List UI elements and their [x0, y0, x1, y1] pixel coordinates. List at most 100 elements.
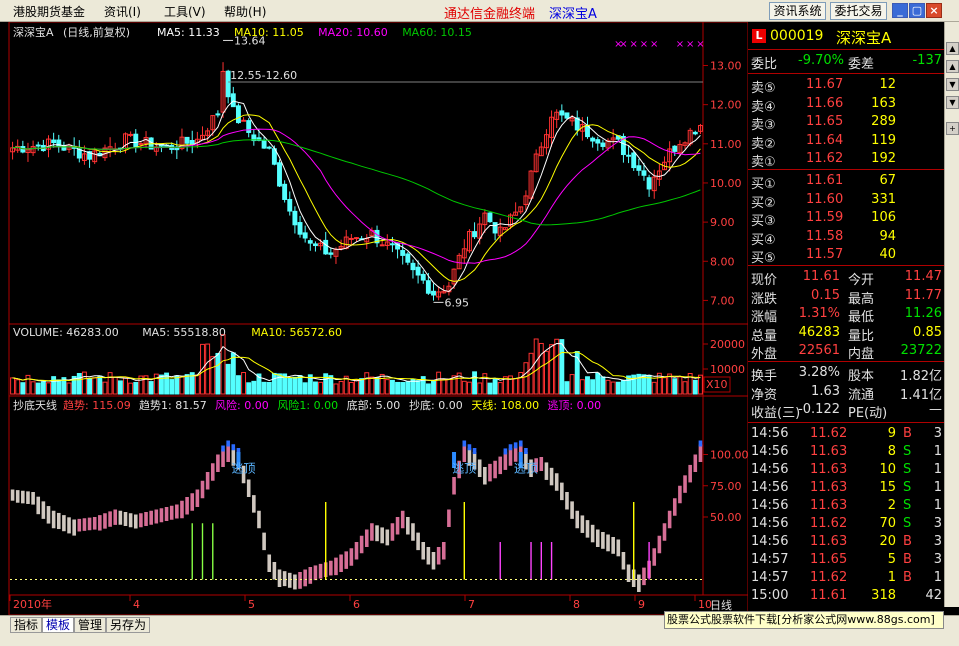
trend-bar [416, 532, 420, 551]
stat-label: 收益(三) [751, 406, 801, 421]
indicator-header-item: 天线: 108.00 [471, 398, 539, 412]
volume-bar [590, 379, 596, 395]
volume-bar [76, 372, 82, 395]
candle-body [425, 280, 431, 294]
candle-body [379, 244, 385, 247]
ask-volume: 12 [879, 77, 896, 92]
trend-bar [149, 510, 153, 525]
scroll-up-icon[interactable]: ▲ [946, 60, 959, 73]
news-system-button[interactable]: 资讯系统 [769, 2, 826, 20]
volume-bar [348, 382, 354, 395]
restore-icon[interactable]: ▢ [909, 3, 925, 18]
volume-tick-label: 10000 [710, 363, 745, 376]
tick-price: 11.63 [810, 534, 848, 549]
ask-price: 11.66 [806, 95, 844, 111]
menu-help[interactable]: 帮助(H) [224, 3, 266, 20]
menu-news[interactable]: 资讯(I) [104, 3, 141, 20]
menu-hk-futures[interactable]: 港股期货基金 [13, 3, 85, 20]
trend-bar [513, 446, 518, 462]
tab-manage[interactable]: 管理 [74, 617, 107, 633]
bid-row: 买⑤ 11.57 40 [748, 246, 944, 266]
volume-bar [436, 371, 442, 395]
trend-bar [139, 513, 143, 528]
zoom-in-icon[interactable]: + [946, 122, 959, 135]
volume-bar [333, 383, 339, 395]
volume-bar [384, 379, 390, 395]
tab-save-as[interactable]: 另存为 [106, 617, 151, 633]
tick-count: 1 [933, 462, 942, 477]
top-cap-bar [226, 440, 230, 447]
volume-bar [431, 380, 436, 395]
volume-header-item: MA5: 55518.80 [142, 326, 226, 339]
trend-bar [544, 462, 549, 480]
tick-price: 11.62 [810, 426, 848, 441]
trend-bar [601, 532, 605, 549]
kline-header-item: (日线,前复权) [63, 25, 130, 39]
trend-bar [667, 510, 672, 529]
volume-bar [251, 380, 257, 395]
trend-bar [246, 479, 251, 497]
stock-name: 深深宝A [836, 29, 892, 47]
candle-body [420, 273, 426, 281]
trend-bar [657, 535, 662, 554]
trend-bar [390, 523, 395, 541]
trend-bar [26, 491, 30, 504]
trend-bar [56, 512, 61, 530]
menu-tools[interactable]: 工具(V) [164, 3, 206, 20]
scroll-down-icon[interactable]: ▼ [946, 96, 959, 109]
app-stock-name: 深深宝A [549, 7, 597, 22]
stat-row: 外盘 22561 内盘 23722 [748, 342, 944, 362]
volume-bar [564, 381, 570, 395]
escape-top-label: 逃顶 [232, 462, 256, 476]
stat-label: 外盘 [751, 347, 778, 362]
tab-template[interactable]: 模板 [42, 617, 75, 633]
minimize-icon[interactable]: _ [892, 3, 908, 18]
indicator-header-item: 逃顶: 0.00 [547, 399, 601, 412]
scroll-up-icon[interactable]: ▲ [946, 42, 959, 55]
trend-bar [308, 567, 313, 584]
indicator-header-item: 抄底天线 [13, 398, 57, 412]
status-bar [0, 633, 959, 646]
tick-time: 14:57 [751, 552, 789, 567]
trend-bar [262, 532, 266, 551]
candle-body [328, 252, 334, 255]
tick-volume: 2 [887, 498, 896, 513]
close-icon[interactable]: × [926, 3, 942, 18]
trade-button[interactable]: 委托交易 [830, 2, 887, 20]
trend-bar [698, 444, 703, 462]
scrollbar[interactable]: ▲ ▲ ▼ ▼ + [944, 22, 959, 607]
trend-bar [575, 510, 580, 529]
price-tick-label: 13.00 [710, 59, 742, 72]
bid-price: 11.61 [806, 173, 844, 188]
volume-bar [487, 382, 493, 395]
divider [748, 73, 944, 74]
tick-side: B [903, 426, 912, 441]
ad-banner[interactable]: 股票公式股票软件下载[分析家公式网www.88gs.com] [664, 611, 944, 629]
volume-bar [446, 378, 452, 395]
trend-bar [621, 552, 626, 570]
trend-bar [108, 511, 112, 527]
bid-volume: 331 [871, 191, 896, 207]
trend-bar [36, 496, 41, 515]
volume-bar [184, 374, 190, 395]
trend-bar [441, 542, 446, 560]
chart-area[interactable]: 13.0012.0011.0010.009.008.007.0013.6412.… [0, 22, 748, 615]
stat-value: 46283 [798, 324, 840, 340]
trend-bar [590, 524, 595, 543]
stock-code: 000019 [770, 28, 824, 44]
kline-header-item: MA5: 11.33 [157, 26, 220, 39]
volume-bar [405, 381, 411, 395]
scroll-down-icon[interactable]: ▼ [946, 78, 959, 91]
stat-row: 涨幅 1.31% 最低 11.26 [748, 305, 944, 325]
trend-bar [652, 548, 657, 566]
trend-bar [421, 542, 426, 560]
tick-side: S [903, 480, 912, 495]
volume-bar [225, 363, 231, 395]
tab-indicator[interactable]: 指标 [10, 617, 43, 633]
trend-bar [683, 475, 687, 493]
trend-bar [221, 449, 225, 467]
range-label: 12.55-12.60 [230, 69, 297, 82]
volume-bar [46, 382, 51, 395]
candle-body [472, 231, 478, 238]
volume-bar [230, 352, 236, 395]
